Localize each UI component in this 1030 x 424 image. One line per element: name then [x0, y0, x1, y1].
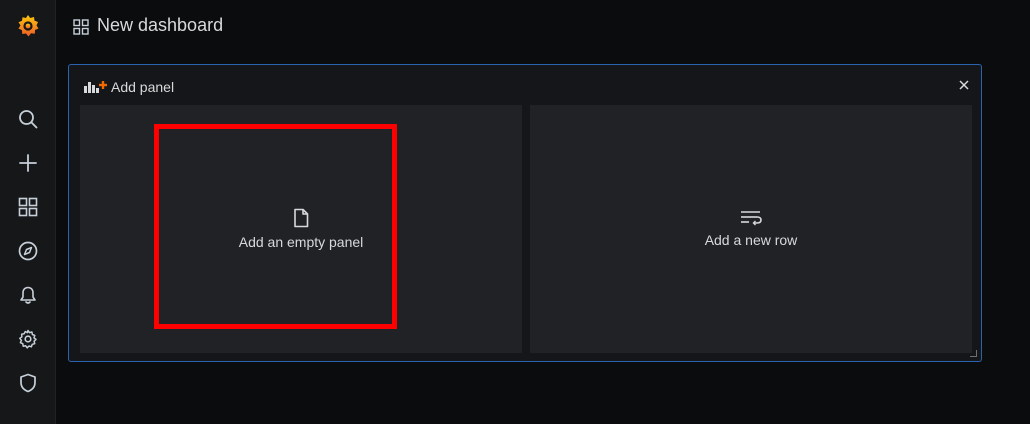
bell-icon: [19, 286, 36, 304]
row-icon: [741, 211, 762, 226]
add-new-row-label: Add a new row: [704, 232, 798, 248]
panel-title: Add panel: [111, 79, 175, 95]
sidebar-item-dashboards[interactable]: [0, 187, 55, 227]
sidebar-item-create[interactable]: [0, 143, 55, 183]
resize-handle[interactable]: [970, 350, 977, 357]
explore-compass-icon: [18, 241, 37, 261]
gear-icon: [18, 329, 37, 349]
plus-icon: [18, 154, 37, 172]
search-icon: [18, 110, 37, 129]
sidebar-item-search[interactable]: [0, 99, 55, 139]
dashboards-icon: [18, 197, 37, 217]
add-panel-widget: Add panel Add an empty panel Add a new r…: [68, 64, 982, 362]
page-title[interactable]: New dashboard: [97, 15, 223, 36]
top-navbar: New dashboard: [56, 0, 1030, 52]
grafana-logo-icon: [18, 15, 38, 37]
grafana-logo[interactable]: [0, 6, 55, 46]
dashboards-icon: [73, 19, 89, 35]
file-icon: [294, 208, 309, 228]
close-button[interactable]: [956, 77, 972, 93]
add-empty-panel-label: Add an empty panel: [238, 234, 364, 250]
shield-icon: [19, 373, 36, 393]
close-icon: [959, 80, 969, 90]
sidebar-item-server-admin[interactable]: [0, 363, 55, 403]
sidebar-item-configuration[interactable]: [0, 319, 55, 359]
add-empty-panel-button[interactable]: Add an empty panel: [80, 105, 522, 353]
add-new-row-button[interactable]: Add a new row: [530, 105, 972, 353]
sidebar-item-explore[interactable]: [0, 231, 55, 271]
sidebar-item-alerting[interactable]: [0, 275, 55, 315]
panel-header: Add panel: [83, 77, 174, 97]
sidebar: [0, 0, 56, 424]
add-panel-icon: [84, 81, 107, 93]
